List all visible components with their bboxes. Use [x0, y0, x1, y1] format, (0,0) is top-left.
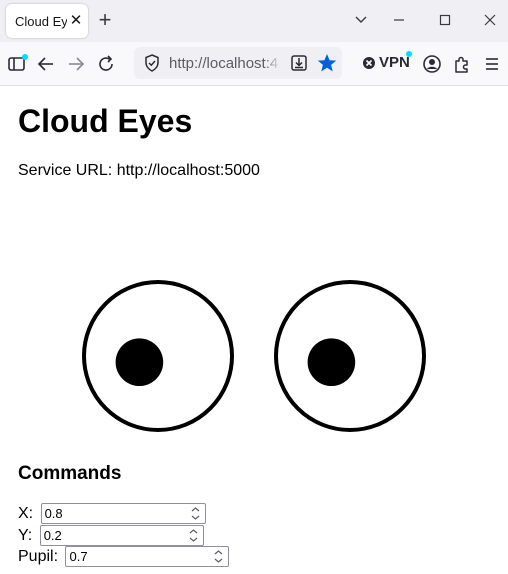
browser-tab[interactable]: Cloud Eyes ✕	[6, 4, 88, 38]
x-field: X:	[18, 503, 206, 524]
spinner-icon[interactable]	[212, 548, 225, 565]
pupil-number-input-box	[65, 546, 230, 567]
url-text[interactable]: http://localhost:4...	[169, 55, 281, 72]
page-title: Cloud Eyes	[18, 103, 193, 139]
right-pupil	[307, 338, 356, 386]
y-field: Y:	[18, 525, 204, 546]
navigation-toolbar: http://localhost:4... VPN	[0, 42, 508, 86]
minimize-icon[interactable]	[384, 8, 414, 32]
shield-icon[interactable]	[142, 53, 162, 73]
reload-icon[interactable]	[94, 52, 118, 76]
x-number-input-box	[40, 503, 206, 524]
download-icon[interactable]	[289, 53, 309, 73]
service-url-label: Service URL:	[18, 162, 117, 179]
pupil-input[interactable]	[66, 547, 229, 566]
account-icon[interactable]	[420, 52, 444, 76]
hamburger-menu-icon[interactable]	[480, 52, 504, 76]
close-icon[interactable]: ✕	[67, 11, 85, 31]
x-input[interactable]	[41, 504, 205, 523]
left-pupil	[115, 338, 164, 386]
close-icon[interactable]	[475, 8, 505, 32]
spinner-icon[interactable]	[187, 527, 200, 544]
vpn-status-dot	[406, 51, 412, 57]
service-url-value: http://localhost:5000	[116, 162, 260, 179]
vpn-icon	[363, 57, 375, 69]
spinner-icon[interactable]	[189, 505, 202, 522]
puzzle-icon[interactable]	[450, 52, 474, 76]
pupil-label: Pupil:	[18, 547, 59, 565]
pupil-field: Pupil:	[18, 546, 230, 567]
chevron-down-icon[interactable]	[346, 8, 376, 32]
arrow-left-icon[interactable]	[34, 52, 58, 76]
arrow-right-icon[interactable]	[64, 52, 88, 76]
eyes-display	[82, 280, 426, 432]
y-input[interactable]	[40, 526, 203, 545]
sidebar-icon[interactable]	[6, 52, 30, 76]
y-label: Y:	[18, 526, 33, 544]
service-url-line: Service URL: http://localhost:5000	[18, 162, 260, 180]
star-icon[interactable]	[316, 52, 338, 74]
tab-title: Cloud Eyes	[15, 14, 67, 29]
tab-bar: Cloud Eyes ✕ +	[0, 0, 508, 42]
address-bar[interactable]: http://localhost:4...	[134, 47, 342, 79]
y-number-input-box	[39, 525, 204, 546]
page-content: Cloud Eyes Service URL: http://localhost…	[0, 87, 508, 574]
x-label: X:	[18, 504, 34, 522]
commands-heading: Commands	[18, 463, 122, 484]
plus-icon[interactable]: +	[94, 8, 116, 32]
maximize-icon[interactable]	[430, 8, 460, 32]
